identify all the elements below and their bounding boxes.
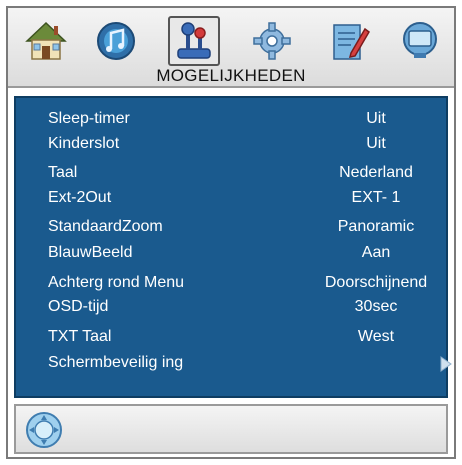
setting-row-blauwbeeld[interactable]: BlauwBeeld Aan <box>16 240 446 266</box>
setting-label: Taal <box>48 164 78 181</box>
setting-row-ext-2out[interactable]: Ext-2Out EXT- 1 <box>16 185 446 211</box>
edit-notepad-icon[interactable] <box>322 16 374 66</box>
setting-value: Panoramic <box>337 218 415 235</box>
setting-row-taal[interactable]: Taal Nederland <box>16 160 446 186</box>
setting-value: Aan <box>361 244 391 261</box>
setting-value: EXT- 1 <box>351 189 401 206</box>
sound-icon[interactable] <box>90 16 142 66</box>
setting-value: Uit <box>366 110 386 127</box>
osd-menu: MOGELIJKHEDEN Sleep-timer Uit Kinderslot… <box>6 6 456 459</box>
setting-label: Kinderslot <box>48 135 120 152</box>
setting-label: Sleep-timer <box>48 110 130 127</box>
bottom-navigation-bar <box>14 404 448 454</box>
settings-gear-icon[interactable] <box>246 16 298 66</box>
menu-icon-row <box>14 14 448 68</box>
navigation-circle-icon[interactable] <box>24 410 64 450</box>
setting-value: West <box>357 328 395 345</box>
setting-row-kinderslot[interactable]: Kinderslot Uit <box>16 131 446 157</box>
menu-title: MOGELIJKHEDEN <box>156 66 306 85</box>
settings-panel: Sleep-timer Uit Kinderslot Uit Taal Nede… <box>14 96 452 398</box>
setting-label: Ext-2Out <box>48 189 112 206</box>
setting-value: Doorschijnend <box>324 274 428 291</box>
options-joystick-icon[interactable] <box>168 16 220 66</box>
setting-label: TXT Taal <box>48 328 112 345</box>
setting-row-standaardzoom[interactable]: StandaardZoom Panoramic <box>16 214 446 240</box>
setting-value: Nederland <box>339 164 413 181</box>
setting-label: BlauwBeeld <box>48 244 133 261</box>
setting-row-schermbeveiliging[interactable]: Schermbeveilig ing <box>16 350 452 376</box>
setting-value: 30sec <box>354 298 398 315</box>
setting-row-achtergrond-menu[interactable]: Achterg rond Menu Doorschijnend <box>16 270 446 296</box>
source-monitor-icon[interactable] <box>394 16 446 66</box>
setting-label: Achterg rond Menu <box>48 274 185 291</box>
home-icon[interactable] <box>20 16 72 66</box>
setting-row-txt-taal[interactable]: TXT Taal West <box>16 324 446 350</box>
setting-label: StandaardZoom <box>48 218 163 235</box>
setting-label: OSD-tijd <box>48 298 109 315</box>
setting-row-osd-tijd[interactable]: OSD-tijd 30sec <box>16 294 446 320</box>
setting-value: Uit <box>366 135 386 152</box>
setting-label: Schermbeveilig ing <box>48 354 184 371</box>
top-menu-bar: MOGELIJKHEDEN <box>8 8 454 88</box>
setting-row-sleep-timer[interactable]: Sleep-timer Uit <box>16 106 446 132</box>
